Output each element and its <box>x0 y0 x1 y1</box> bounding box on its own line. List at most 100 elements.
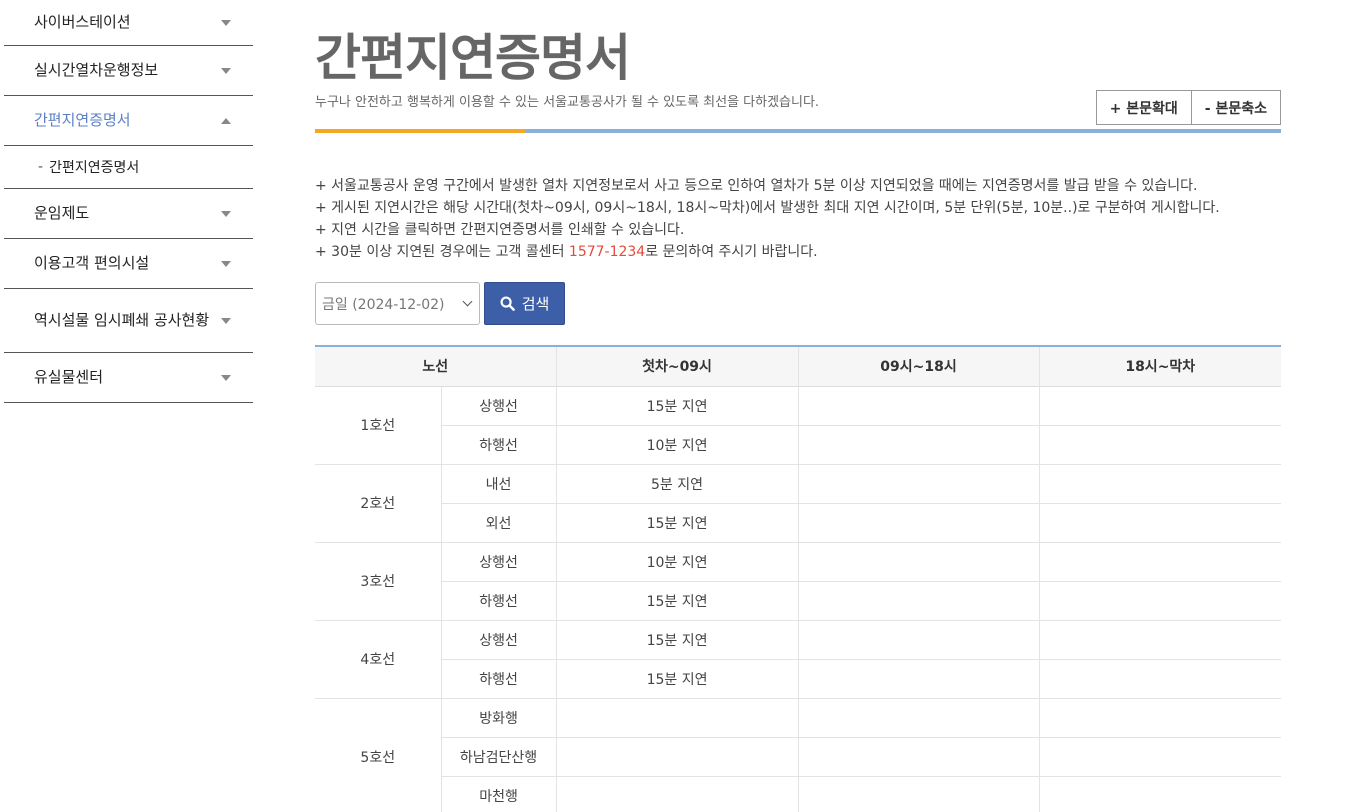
table-row: 하행선 10분 지연 <box>315 425 1282 465</box>
notice-line: + 게시된 지연시간은 해당 시간대(첫차~09시, 09시~18시, 18시~… <box>315 200 1220 216</box>
chevron-down-icon <box>221 374 231 381</box>
table-row: 4호선 상행선 15분 지연 <box>315 620 1282 699</box>
delay-cell <box>797 503 1040 543</box>
delay-cell <box>1038 737 1282 777</box>
delay-cell[interactable]: 15분 지연 <box>555 659 799 699</box>
delay-cell <box>797 620 1040 660</box>
chevron-down-icon <box>221 19 231 26</box>
notice-text: + 30분 이상 지연된 경우에는 고객 콜센터 <box>315 244 569 260</box>
delay-cell <box>1038 425 1282 465</box>
chevron-down-icon <box>462 296 473 307</box>
delay-cell[interactable]: 10분 지연 <box>555 425 799 465</box>
line-cell: 5호선 <box>315 698 441 812</box>
delay-cell[interactable]: 15분 지연 <box>555 386 799 426</box>
sidebar-item-label: 실시간열차운행정보 <box>34 61 159 79</box>
delay-cell <box>1038 542 1282 582</box>
sidebar-item-cyber-station[interactable]: 사이버스테이션 <box>4 0 253 46</box>
search-icon <box>500 296 515 311</box>
delay-cell[interactable]: 15분 지연 <box>555 620 799 660</box>
direction-cell: 하행선 <box>440 659 557 699</box>
direction-cell: 상행선 <box>440 620 557 660</box>
column-header-daytime: 09시~18시 <box>797 346 1040 387</box>
column-header-morning: 첫차~09시 <box>555 346 799 387</box>
delay-cell <box>1038 464 1282 504</box>
chevron-down-icon <box>221 210 231 217</box>
sidebar-item-label: 운임제도 <box>34 204 90 222</box>
chevron-up-icon <box>221 117 231 124</box>
sidebar-item-label: 간편지연증명서 <box>34 111 131 129</box>
sidebar-item-closure-status[interactable]: 역시설물 임시폐쇄 공사현황 <box>4 289 253 353</box>
delay-cell[interactable]: 5분 지연 <box>555 464 799 504</box>
delay-cell <box>1038 581 1282 621</box>
direction-cell: 하행선 <box>440 425 557 465</box>
direction-cell: 내선 <box>440 464 557 504</box>
search-button-label: 검색 <box>521 295 550 313</box>
sidebar-subitem-delay-certificate[interactable]: - 간편지연증명서 <box>4 146 253 189</box>
direction-cell: 하행선 <box>440 581 557 621</box>
page-title: 간편지연증명서 <box>315 29 631 87</box>
delay-cell <box>797 737 1040 777</box>
table-row: 하남검단산행 <box>315 737 1282 777</box>
delay-cell[interactable]: 10분 지연 <box>555 542 799 582</box>
direction-cell: 마천행 <box>440 776 557 812</box>
direction-cell: 방화행 <box>440 698 557 738</box>
sidebar-item-fare-system[interactable]: 운임제도 <box>4 189 253 239</box>
notice-line: + 30분 이상 지연된 경우에는 고객 콜센터 1577-1234로 문의하여… <box>315 241 1281 263</box>
date-select-value: 금일 (2024-12-02) <box>322 296 445 313</box>
delay-cell <box>555 737 799 777</box>
search-button[interactable]: 검색 <box>484 282 565 325</box>
table-header-row: 노선 첫차~09시 09시~18시 18시~막차 <box>315 346 1282 387</box>
date-select[interactable]: 금일 (2024-12-02) <box>315 282 480 325</box>
column-header-evening: 18시~막차 <box>1038 346 1282 387</box>
search-form: 금일 (2024-12-02) 검색 <box>315 282 565 325</box>
delay-cell <box>797 659 1040 699</box>
column-header-line: 노선 <box>315 346 557 387</box>
direction-cell: 하남검단산행 <box>440 737 557 777</box>
notice-text: 로 문의하여 주시기 바랍니다. <box>645 244 818 260</box>
delay-cell <box>797 698 1040 738</box>
line-cell: 4호선 <box>315 620 441 699</box>
delay-cell <box>797 386 1040 426</box>
delay-cell <box>1038 620 1282 660</box>
sidebar-item-label: 이용고객 편의시설 <box>34 254 150 272</box>
sidebar-subitem-dash: - <box>38 159 44 175</box>
chevron-down-icon <box>221 317 231 324</box>
chevron-down-icon <box>221 260 231 267</box>
delay-cell <box>1038 386 1282 426</box>
delay-cell[interactable]: 15분 지연 <box>555 503 799 543</box>
delay-cell <box>1038 776 1282 812</box>
delay-cell <box>1038 698 1282 738</box>
table-row: 3호선 상행선 10분 지연 <box>315 542 1282 621</box>
notice-line: + 서울교통공사 운영 구간에서 발생한 열차 지연정보로서 사고 등으로 인하… <box>315 178 1198 194</box>
delay-cell <box>555 698 799 738</box>
table-row: 5호선 방화행 <box>315 698 1282 812</box>
table-row: 외선 15분 지연 <box>315 503 1282 543</box>
delay-cell <box>1038 503 1282 543</box>
sidebar-item-label: 역시설물 임시폐쇄 공사현황 <box>34 311 210 329</box>
line-cell: 2호선 <box>315 464 441 543</box>
title-divider-accent <box>315 129 526 133</box>
direction-cell: 상행선 <box>440 386 557 426</box>
notice-list: + 서울교통공사 운영 구간에서 발생한 열차 지연정보로서 사고 등으로 인하… <box>315 175 1281 263</box>
callcenter-phone: 1577-1234 <box>568 244 646 260</box>
sidebar-item-facilities[interactable]: 이용고객 편의시설 <box>4 239 253 289</box>
table-row: 하행선 15분 지연 <box>315 581 1282 621</box>
delay-cell <box>797 776 1040 812</box>
delay-table: 노선 첫차~09시 09시~18시 18시~막차 1호선 상행선 15분 지연 … <box>315 345 1282 812</box>
table-row: 2호선 내선 5분 지연 <box>315 464 1282 543</box>
notice-line: + 지연 시간을 클릭하면 간편지연증명서를 인쇄할 수 있습니다. <box>315 222 685 238</box>
sidebar-subitem-label: 간편지연증명서 <box>49 160 140 176</box>
sidebar-item-delay-certificate[interactable]: 간편지연증명서 <box>4 96 253 146</box>
sidebar-item-lost-found[interactable]: 유실물센터 <box>4 353 253 403</box>
line-cell: 1호선 <box>315 386 441 465</box>
delay-cell <box>797 581 1040 621</box>
sidebar-item-label: 사이버스테이션 <box>34 13 131 31</box>
zoom-in-button[interactable]: + 본문확대 <box>1096 91 1191 124</box>
direction-cell: 외선 <box>440 503 557 543</box>
chevron-down-icon <box>221 67 231 74</box>
zoom-out-button[interactable]: - 본문축소 <box>1190 91 1280 124</box>
delay-cell[interactable]: 15분 지연 <box>555 581 799 621</box>
sidebar-item-realtime-train[interactable]: 실시간열차운행정보 <box>4 46 253 96</box>
table-row: 1호선 상행선 15분 지연 <box>315 386 1282 465</box>
table-row: 마천행 <box>315 776 1282 812</box>
